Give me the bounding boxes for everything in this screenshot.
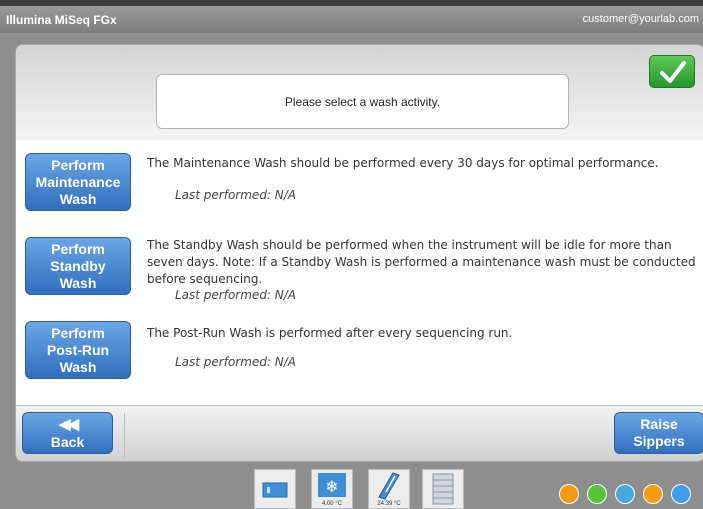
confirm-button[interactable] [649, 55, 695, 88]
status-icon-network[interactable] [615, 484, 635, 504]
instrument-tile[interactable] [254, 469, 296, 509]
chiller-tile[interactable]: ❄ 4.00 °C [311, 469, 353, 509]
status-icon-green[interactable] [587, 484, 607, 504]
svg-text:❄: ❄ [325, 477, 338, 496]
back-button[interactable]: ◀◀ Back [22, 412, 113, 454]
post-run-last-performed: Last performed: N/A [175, 355, 297, 369]
post-run-description: The Post-Run Wash is performed after eve… [147, 326, 513, 340]
bottom-bar: ◀◀ Back Raise Sippers [16, 405, 703, 461]
post-run-wash-button[interactable]: Perform Post-Run Wash [25, 321, 131, 379]
button-line: Post-Run [46, 341, 110, 358]
standby-last-performed: Last performed: N/A [175, 288, 297, 302]
status-icon-orange[interactable] [559, 484, 579, 504]
wash-panel: Please select a wash activity. Perform M… [15, 44, 703, 462]
title-bar: Illumina MiSeq FGx customer@yourlab.com [0, 0, 703, 33]
button-line: Wash [59, 358, 97, 375]
button-line: Raise [640, 416, 678, 432]
button-line: Perform [51, 324, 105, 341]
button-line: Maintenance [35, 173, 121, 190]
reagent-tile[interactable] [422, 469, 464, 509]
back-arrows-icon: ◀◀ [58, 416, 79, 433]
reagent-icon [432, 473, 454, 505]
app-title: Illumina MiSeq FGx [6, 13, 117, 27]
button-line: Perform [51, 156, 105, 173]
status-tray: ❄ 4.00 °C 24.39 °C [0, 463, 703, 509]
back-label: Back [50, 434, 85, 450]
button-line: Standby [50, 257, 106, 274]
maintenance-wash-button[interactable]: Perform Maintenance Wash [25, 153, 131, 211]
flowcell-icon [378, 472, 400, 500]
instrument-icon [262, 482, 288, 498]
message-box: Please select a wash activity. [156, 74, 569, 129]
standby-description: The Standby Wash should be performed whe… [147, 238, 696, 286]
status-icon-fluidics[interactable] [671, 484, 691, 504]
raise-sippers-button[interactable]: Raise Sippers [614, 412, 703, 454]
button-line: Wash [59, 190, 97, 207]
user-account: customer@yourlab.com [582, 13, 699, 25]
button-line: Wash [59, 274, 97, 291]
maintenance-description: The Maintenance Wash should be performed… [147, 156, 659, 170]
flowcell-temperature: 24.39 °C [377, 501, 401, 507]
flowcell-tile[interactable]: 24.39 °C [368, 469, 410, 509]
status-icon-camera[interactable] [643, 484, 663, 504]
divider [124, 413, 125, 459]
button-line: Perform [51, 240, 105, 257]
maintenance-last-performed: Last performed: N/A [175, 188, 297, 202]
checkmark-icon [660, 61, 686, 83]
chiller-temperature: 4.00 °C [321, 501, 343, 507]
message-text: Please select a wash activity. [284, 94, 441, 109]
standby-wash-button[interactable]: Perform Standby Wash [25, 237, 131, 295]
chiller-icon: ❄ [318, 473, 346, 497]
button-line: Sippers [633, 433, 685, 449]
